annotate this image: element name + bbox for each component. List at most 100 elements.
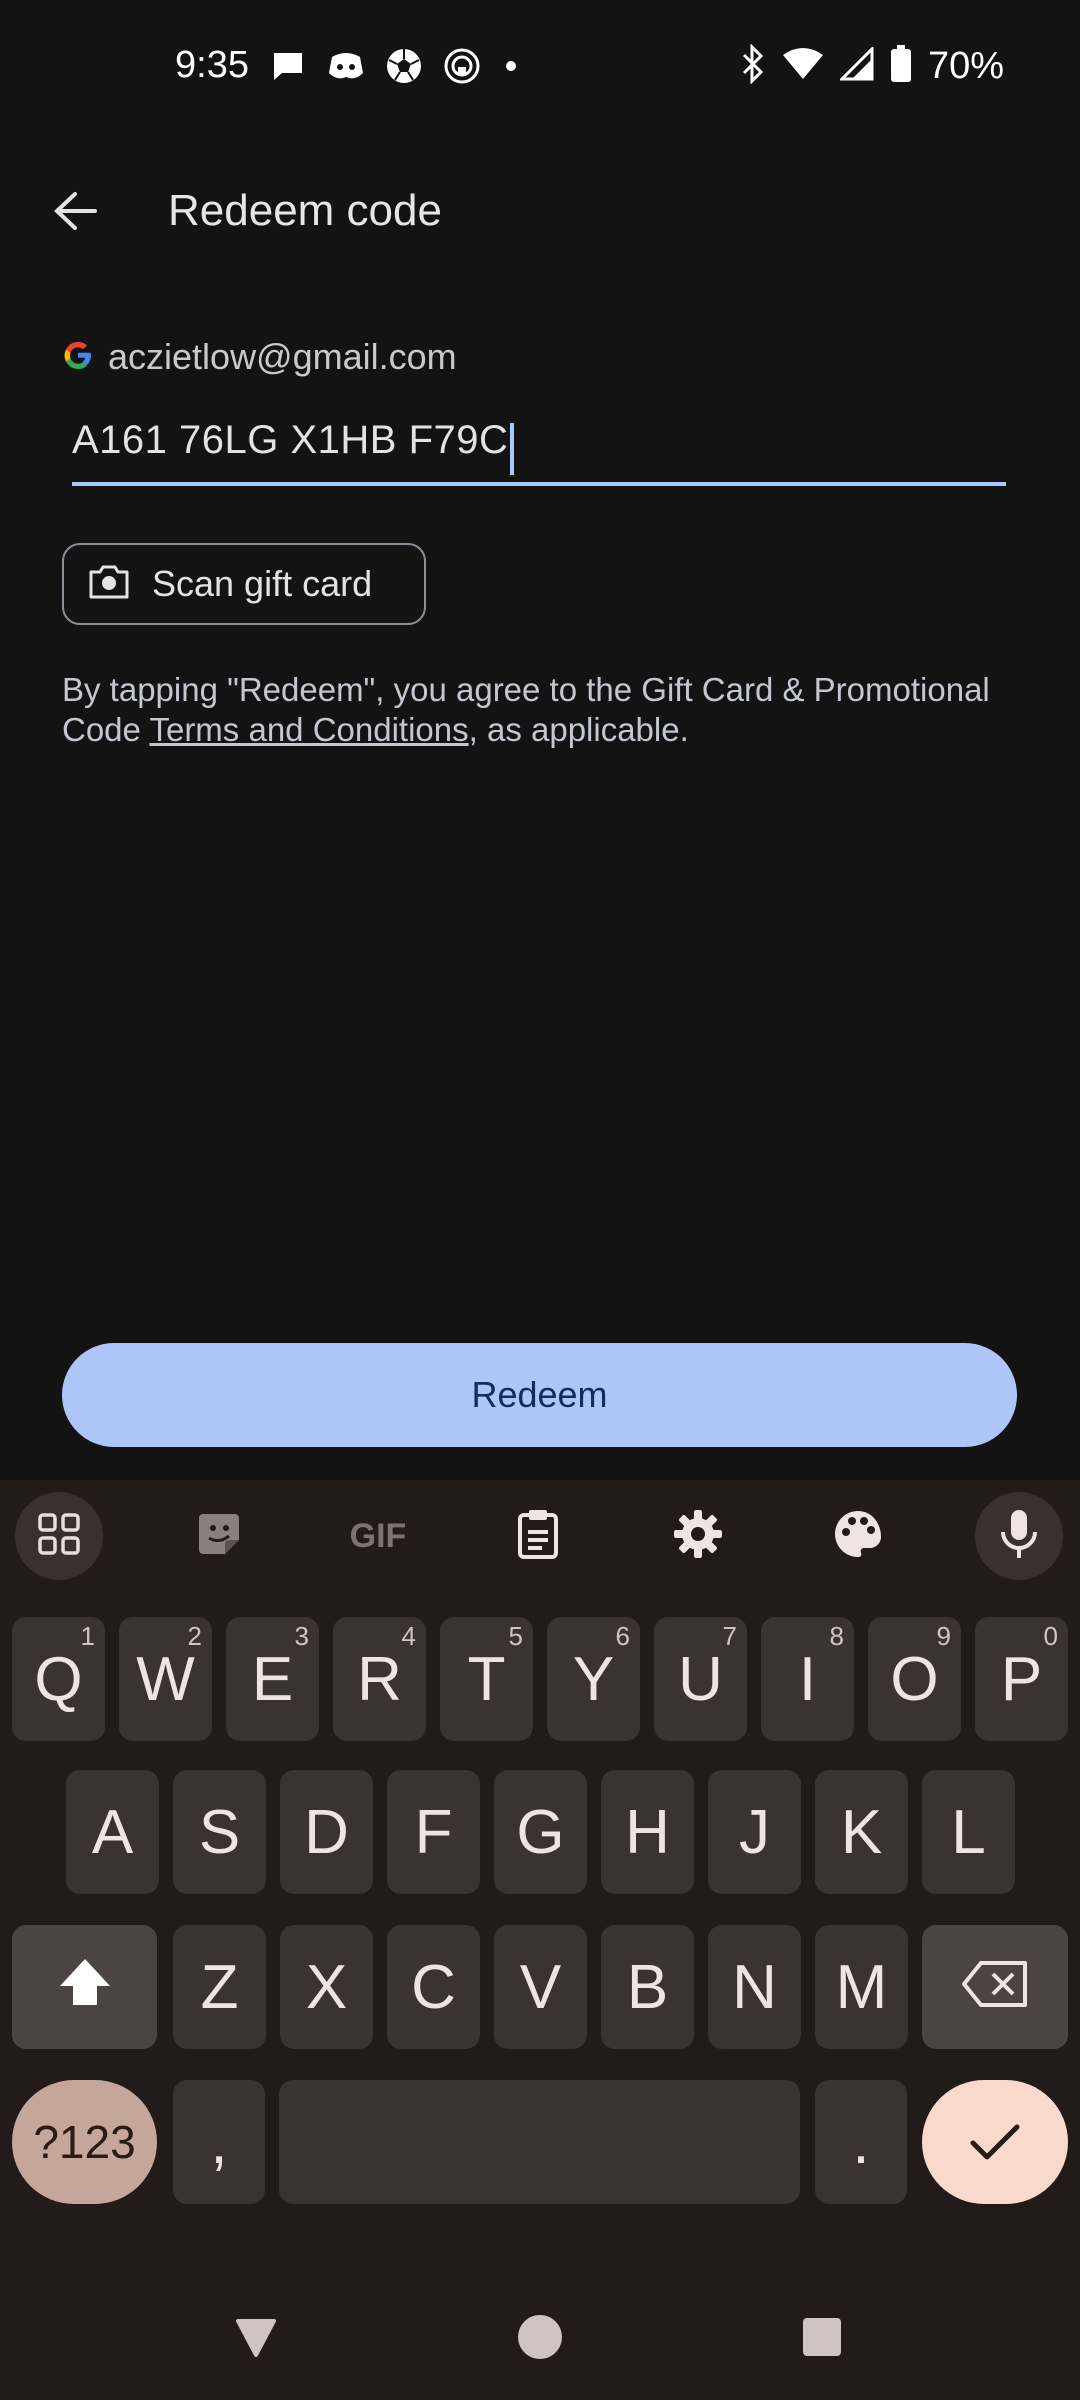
key-n[interactable]: N (708, 1925, 801, 2049)
key-label: F (414, 1797, 453, 1867)
notification-icons (268, 46, 516, 86)
sticker-button[interactable] (175, 1492, 263, 1580)
key-label: , (210, 2107, 228, 2177)
key-label: E (251, 1644, 294, 1714)
period-key[interactable]: . (815, 2080, 907, 2204)
palette-icon (832, 1508, 884, 1565)
home-circle-icon[interactable] (510, 2307, 570, 2367)
back-triangle-icon[interactable] (226, 2307, 286, 2367)
account-row: aczietlow@gmail.com (62, 336, 457, 378)
scan-gift-card-label: Scan gift card (152, 563, 373, 604)
key-j[interactable]: J (708, 1770, 801, 1894)
redeem-button[interactable]: Redeem (62, 1343, 1017, 1447)
key-c[interactable]: C (387, 1925, 480, 2049)
key-e[interactable]: E3 (226, 1617, 319, 1741)
key-label: G (516, 1797, 565, 1867)
keyboard-toolbar: GIF (0, 1480, 1080, 1590)
settings-button[interactable] (654, 1492, 742, 1580)
key-x[interactable]: X (280, 1925, 373, 2049)
key-label: . (852, 2107, 870, 2177)
navigation-bar (0, 2270, 1080, 2400)
system-icons: 70% (740, 43, 1004, 89)
arrow-back-icon (53, 191, 97, 236)
key-u[interactable]: U7 (654, 1617, 747, 1741)
scan-gift-card-button[interactable]: Scan gift card (62, 543, 426, 625)
key-label: R (357, 1644, 402, 1714)
key-m[interactable]: M (815, 1925, 908, 2049)
check-icon (969, 2107, 1021, 2178)
key-w[interactable]: W2 (119, 1617, 212, 1741)
key-hint: 1 (80, 1621, 95, 1651)
key-y[interactable]: Y6 (547, 1617, 640, 1741)
shift-key[interactable] (12, 1925, 157, 2049)
key-label: O (890, 1644, 939, 1714)
code-input-value: A161 76LG X1HB F79C (72, 418, 509, 462)
key-p[interactable]: P0 (975, 1617, 1068, 1741)
key-g[interactable]: G (494, 1770, 587, 1894)
key-z[interactable]: Z (173, 1925, 266, 2049)
key-hint: 8 (829, 1621, 844, 1651)
key-o[interactable]: O9 (868, 1617, 961, 1741)
key-hint: 2 (187, 1621, 202, 1651)
key-label: B (626, 1952, 669, 2022)
key-r[interactable]: R4 (333, 1617, 426, 1741)
key-label: Q (34, 1644, 83, 1714)
key-label: N (732, 1952, 777, 2022)
key-hint: 3 (294, 1621, 309, 1651)
symbols-key[interactable]: ?123 (12, 2080, 157, 2204)
battery-percent: 70% (927, 45, 1004, 87)
backspace-key[interactable] (922, 1925, 1068, 2049)
terms-text-after: , as applicable. (468, 711, 689, 748)
key-f[interactable]: F (387, 1770, 480, 1894)
key-i[interactable]: I8 (761, 1617, 854, 1741)
space-key[interactable] (279, 2080, 800, 2204)
theme-button[interactable] (814, 1492, 902, 1580)
gif-icon: GIF (349, 1516, 407, 1555)
ring-app-icon (442, 46, 482, 86)
back-button[interactable] (40, 178, 110, 248)
account-email: aczietlow@gmail.com (108, 336, 457, 377)
key-h[interactable]: H (601, 1770, 694, 1894)
gif-button[interactable]: GIF (334, 1492, 422, 1580)
key-a[interactable]: A (66, 1770, 159, 1894)
key-label: M (835, 1952, 888, 2022)
key-k[interactable]: K (815, 1770, 908, 1894)
key-q[interactable]: Q1 (12, 1617, 105, 1741)
comma-key[interactable]: , (173, 2080, 265, 2204)
discord-icon (326, 46, 366, 86)
code-input[interactable]: A161 76LG X1HB F79C (72, 410, 1006, 486)
key-label: J (739, 1797, 770, 1867)
mic-icon (999, 1508, 1039, 1565)
settings-icon (672, 1508, 724, 1565)
messages-icon (268, 46, 308, 86)
sticker-icon (193, 1508, 245, 1565)
enter-key[interactable] (922, 2080, 1068, 2204)
google-g-icon (62, 339, 94, 376)
key-b[interactable]: B (601, 1925, 694, 2049)
key-v[interactable]: V (494, 1925, 587, 2049)
apps-grid-button[interactable] (15, 1492, 103, 1580)
clipboard-button[interactable] (494, 1492, 582, 1580)
clipboard-icon (516, 1508, 560, 1565)
status-time: 9:35 (175, 44, 249, 86)
key-d[interactable]: D (280, 1770, 373, 1894)
key-label: I (798, 1644, 817, 1714)
key-label: W (136, 1644, 195, 1714)
voice-input-button[interactable] (975, 1492, 1063, 1580)
key-label: A (91, 1797, 134, 1867)
key-s[interactable]: S (173, 1770, 266, 1894)
terms-link[interactable]: Terms and Conditions (149, 711, 468, 748)
key-hint: 7 (722, 1621, 737, 1651)
key-t[interactable]: T5 (440, 1617, 533, 1741)
text-cursor (510, 422, 515, 475)
recents-square-icon[interactable] (792, 2307, 852, 2367)
camera-icon (88, 564, 130, 605)
redeem-label: Redeem (471, 1374, 608, 1415)
key-label: H (625, 1797, 670, 1867)
key-label: C (411, 1952, 456, 2022)
key-label: Z (200, 1952, 239, 2022)
apps-grid-icon (37, 1512, 81, 1561)
terms-text: By tapping "Redeem", you agree to the Gi… (62, 670, 1022, 750)
key-l[interactable]: L (922, 1770, 1015, 1894)
battery-icon (890, 45, 912, 88)
